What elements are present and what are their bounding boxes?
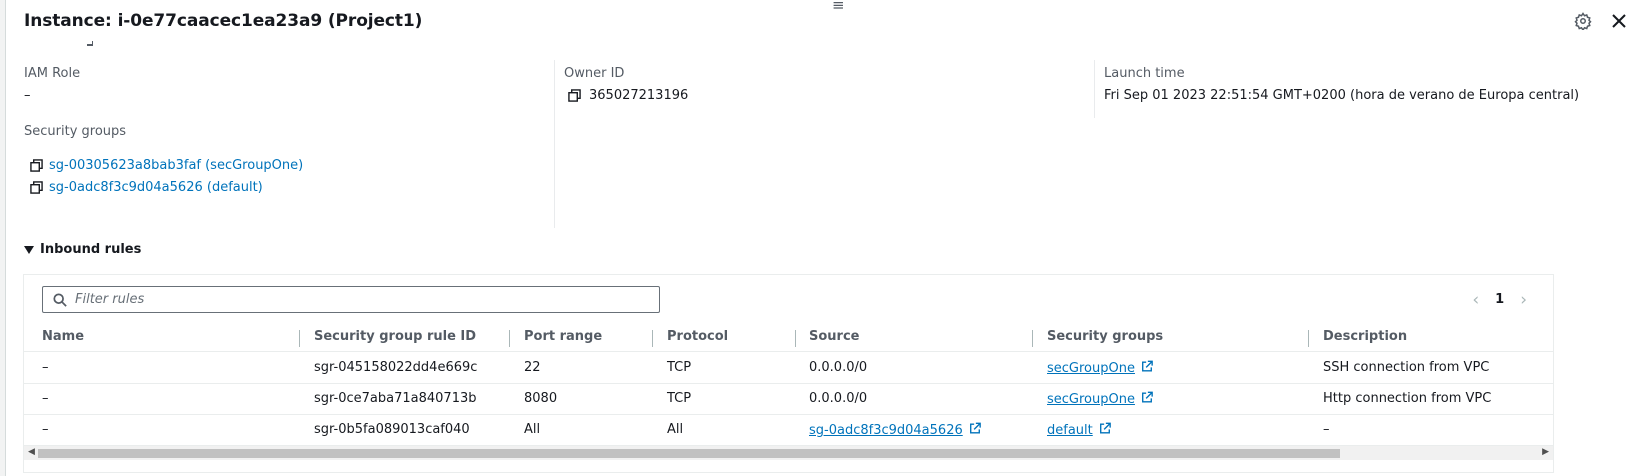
cell-source: sg-0adc8f3c9d04a5626	[809, 422, 981, 438]
header-actions	[1572, 10, 1630, 32]
launch-time-label: Launch time	[1104, 66, 1185, 81]
chevron-left-icon[interactable]: ‹	[1472, 291, 1479, 308]
column-header-security-groups[interactable]: Security groups	[1047, 329, 1163, 344]
column-resizer[interactable]	[1308, 330, 1309, 347]
cell-security-group: secGroupOne	[1047, 360, 1153, 376]
security-group-link[interactable]: secGroupOne	[1047, 392, 1135, 407]
cell-rule-id: sgr-045158022dd4e669c	[314, 360, 478, 375]
cell-security-group: secGroupOne	[1047, 391, 1153, 407]
filter-placeholder: Filter rules	[75, 292, 145, 307]
chevron-right-icon[interactable]: ›	[1520, 291, 1527, 308]
column-header-rule-id[interactable]: Security group rule ID	[314, 329, 476, 344]
cell-name: –	[42, 391, 49, 406]
cell-name: –	[42, 422, 49, 437]
scroll-left-icon[interactable]: ◀	[28, 447, 35, 457]
scroll-right-icon[interactable]: ▶	[1542, 447, 1549, 457]
column-divider	[1094, 60, 1095, 118]
iam-role-value: –	[24, 88, 31, 103]
iam-role-label: IAM Role	[24, 66, 81, 81]
owner-id-value: 365027213196	[589, 88, 689, 103]
cell-protocol: TCP	[667, 391, 692, 406]
inbound-rules-table: Filter rules ‹ 1 › Name Security group r…	[23, 274, 1554, 473]
cell-source: 0.0.0.0/0	[809, 360, 868, 375]
column-resizer[interactable]	[299, 330, 300, 347]
security-group-item: sg-00305623a8bab3faf (secGroupOne)	[30, 158, 303, 173]
scrollbar-thumb[interactable]	[38, 449, 1340, 458]
cell-security-group: default	[1047, 422, 1111, 438]
inbound-rules-title: Inbound rules	[40, 242, 142, 257]
column-resizer[interactable]	[1032, 330, 1033, 347]
source-security-group-link[interactable]: sg-0adc8f3c9d04a5626	[809, 423, 963, 438]
caret-down-icon	[24, 245, 34, 254]
cell-description: SSH connection from VPC	[1323, 360, 1490, 375]
horizontal-scrollbar[interactable]: ◀ ▶	[24, 446, 1553, 460]
instance-details-panel: ≡ Instance: i-0e77caacec1ea23a9 (Project…	[5, 0, 1648, 476]
owner-id-row: 365027213196	[568, 88, 688, 103]
security-groups-label: Security groups	[24, 124, 127, 139]
cell-rule-id: sgr-0b5fa089013caf040	[314, 422, 470, 437]
security-group-link[interactable]: sg-00305623a8bab3faf (secGroupOne)	[49, 158, 303, 173]
security-group-link[interactable]: sg-0adc8f3c9d04a5626 (default)	[49, 180, 263, 195]
inbound-rules-toggle[interactable]: Inbound rules	[24, 242, 141, 257]
cell-protocol: All	[667, 422, 684, 437]
truncated-text-remnant	[87, 41, 93, 46]
copy-icon[interactable]	[30, 180, 44, 195]
security-group-item: sg-0adc8f3c9d04a5626 (default)	[30, 180, 263, 195]
cell-protocol: TCP	[667, 360, 692, 375]
page-number[interactable]: 1	[1495, 292, 1504, 307]
column-divider	[554, 60, 555, 228]
filter-rules-input[interactable]: Filter rules	[42, 286, 660, 313]
column-resizer[interactable]	[652, 330, 653, 347]
cell-description: –	[1323, 422, 1330, 437]
column-header-description[interactable]: Description	[1323, 329, 1407, 344]
table-row: – sgr-045158022dd4e669c 22 TCP 0.0.0.0/0…	[24, 353, 1553, 384]
column-header-source[interactable]: Source	[809, 329, 859, 344]
column-header-port-range[interactable]: Port range	[524, 329, 602, 344]
column-header-protocol[interactable]: Protocol	[667, 329, 728, 344]
search-icon	[53, 292, 67, 307]
cell-source: 0.0.0.0/0	[809, 391, 868, 406]
copy-icon[interactable]	[568, 88, 582, 103]
cell-rule-id: sgr-0ce7aba71a840713b	[314, 391, 477, 406]
owner-id-label: Owner ID	[564, 66, 625, 81]
cell-port-range: 22	[524, 360, 541, 375]
settings-button[interactable]	[1572, 10, 1594, 32]
column-header-name[interactable]: Name	[42, 329, 84, 344]
cell-description: Http connection from VPC	[1323, 391, 1492, 406]
table-row: – sgr-0ce7aba71a840713b 8080 TCP 0.0.0.0…	[24, 384, 1553, 415]
external-link-icon[interactable]	[1141, 391, 1153, 403]
security-group-link[interactable]: default	[1047, 423, 1093, 438]
column-resizer[interactable]	[509, 330, 510, 347]
cell-port-range: 8080	[524, 391, 558, 406]
cell-port-range: All	[524, 422, 541, 437]
external-link-icon[interactable]	[1141, 360, 1153, 372]
pagination: ‹ 1 ›	[1472, 291, 1527, 308]
launch-time-value: Fri Sep 01 2023 22:51:54 GMT+0200 (hora …	[1104, 88, 1580, 103]
security-group-link[interactable]: secGroupOne	[1047, 361, 1135, 376]
drag-handle-icon[interactable]: ≡	[832, 0, 845, 13]
table-header: Name Security group rule ID Port range P…	[24, 324, 1553, 352]
close-button[interactable]	[1608, 10, 1630, 32]
cell-name: –	[42, 360, 49, 375]
copy-icon[interactable]	[30, 158, 44, 173]
column-resizer[interactable]	[795, 330, 796, 347]
external-link-icon[interactable]	[1099, 422, 1111, 434]
table-row: – sgr-0b5fa089013caf040 All All sg-0adc8…	[24, 415, 1553, 446]
gear-icon	[1574, 12, 1592, 30]
close-icon	[1612, 14, 1626, 28]
page-title: Instance: i-0e77caacec1ea23a9 (Project1)	[24, 11, 423, 31]
external-link-icon[interactable]	[969, 422, 981, 434]
